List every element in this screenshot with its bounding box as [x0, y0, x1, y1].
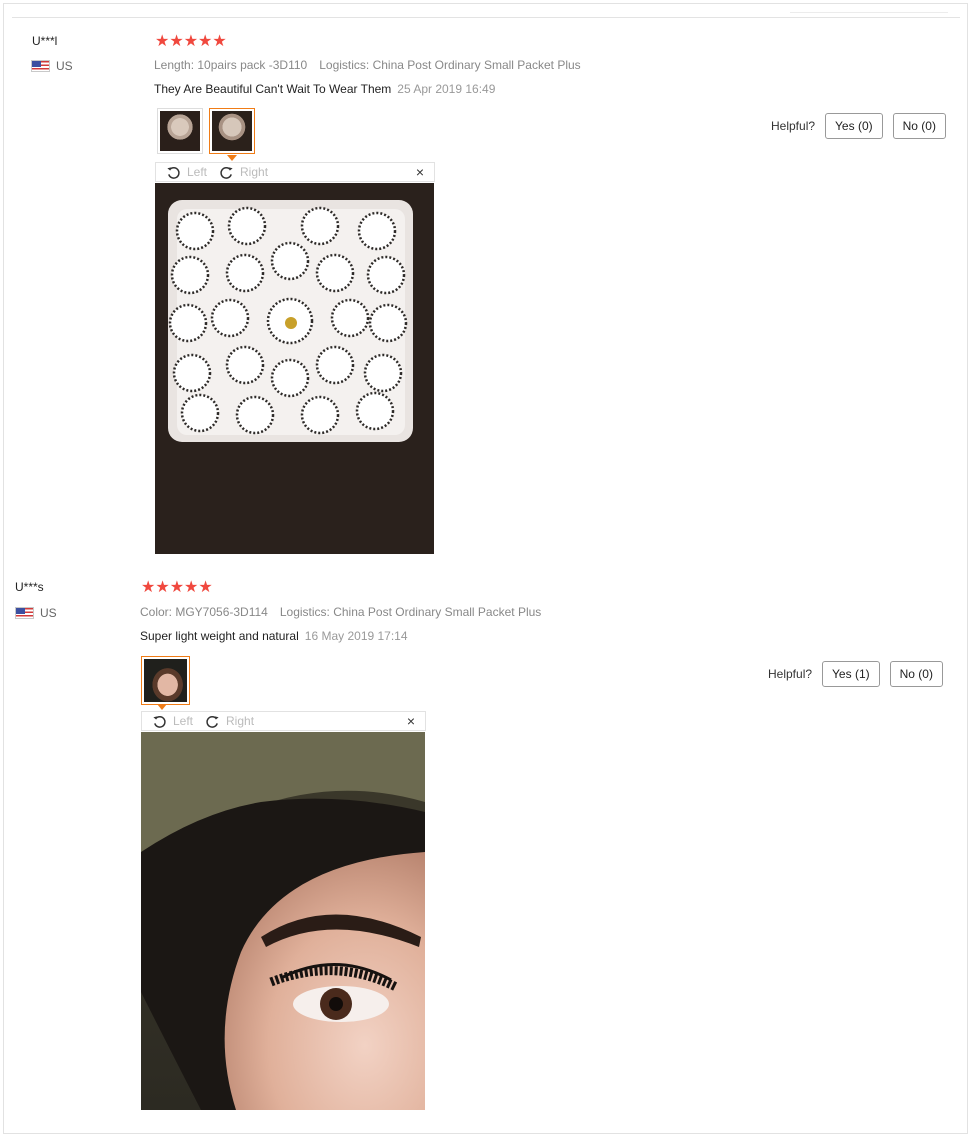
- star-rating: ★★★★★: [141, 579, 213, 596]
- review-photo-eye-closeup: [141, 732, 425, 1110]
- image-viewer-toolbar: Left Right ×: [141, 711, 426, 731]
- rotate-left-icon: [153, 715, 166, 728]
- helpful-vote: Helpful? Yes (0) No (0): [771, 113, 946, 139]
- helpful-yes-button[interactable]: Yes (0): [825, 113, 883, 139]
- rotate-right-icon: [220, 166, 233, 179]
- logistics-info: Logistics: China Post Ordinary Small Pac…: [319, 58, 581, 72]
- rotate-right-button[interactable]: Right: [219, 165, 268, 180]
- reviewer-country: US: [15, 606, 57, 620]
- rotate-left-label: Left: [173, 714, 194, 728]
- logistics-info: Logistics: China Post Ordinary Small Pac…: [279, 605, 542, 619]
- flag-us-icon: [15, 607, 34, 619]
- reviewer-name: U***s: [15, 580, 44, 594]
- country-code: US: [40, 606, 57, 620]
- review-text: They Are Beautiful Can't Wait To Wear Th…: [154, 82, 392, 96]
- helpful-yes-button[interactable]: Yes (1): [822, 661, 880, 687]
- eye-closeup-image: [141, 732, 425, 1110]
- close-icon[interactable]: ×: [407, 712, 415, 730]
- review-photo-eyelash-tray: [155, 183, 434, 554]
- rotate-right-label: Right: [226, 714, 255, 728]
- rotate-left-icon: [167, 166, 180, 179]
- flag-us-icon: [31, 60, 50, 72]
- reviewer-country: US: [31, 59, 73, 73]
- product-attribute: Color: MGY7056-3D114: [140, 605, 268, 619]
- reviewer-name: U***l: [32, 34, 58, 48]
- review-thumbnail[interactable]: [157, 108, 203, 154]
- rotate-right-button[interactable]: Right: [205, 714, 254, 729]
- divider: [12, 17, 960, 18]
- helpful-no-button[interactable]: No (0): [892, 113, 946, 139]
- review-meta: Color: MGY7056-3D114 Logistics: China Pos…: [140, 605, 541, 619]
- rotate-left-label: Left: [187, 165, 208, 179]
- review-thumbnail-selected[interactable]: [209, 108, 255, 154]
- review-text: Super light weight and natural: [140, 629, 299, 643]
- review-date: 25 Apr 2019 16:49: [397, 82, 496, 96]
- review-body: They Are Beautiful Can't Wait To Wear Th…: [154, 82, 495, 96]
- thumbnail-pointer: [227, 155, 237, 161]
- country-code: US: [56, 59, 73, 73]
- review-meta: Length: 10pairs pack -3D110 Logistics: Ch…: [154, 58, 581, 72]
- review-thumbnail-selected[interactable]: [141, 656, 190, 705]
- rotate-right-icon: [206, 715, 219, 728]
- product-attribute: Length: 10pairs pack -3D110: [154, 58, 308, 72]
- star-rating: ★★★★★: [155, 33, 227, 50]
- helpful-vote: Helpful? Yes (1) No (0): [768, 661, 943, 687]
- helpful-label: Helpful?: [771, 119, 816, 133]
- rotate-left-button[interactable]: Left: [152, 714, 193, 729]
- thumbnail-pointer: [157, 704, 167, 710]
- close-icon[interactable]: ×: [416, 163, 424, 181]
- eyelash-tray-image: [155, 183, 434, 554]
- rotate-right-label: Right: [240, 165, 269, 179]
- helpful-label: Helpful?: [768, 667, 813, 681]
- rotate-left-button[interactable]: Left: [166, 165, 207, 180]
- image-viewer-toolbar: Left Right ×: [155, 162, 435, 182]
- review-date: 16 May 2019 17:14: [304, 629, 408, 643]
- helpful-no-button[interactable]: No (0): [889, 661, 943, 687]
- review-body: Super light weight and natural 16 May 201…: [140, 629, 408, 643]
- divider: [790, 12, 948, 13]
